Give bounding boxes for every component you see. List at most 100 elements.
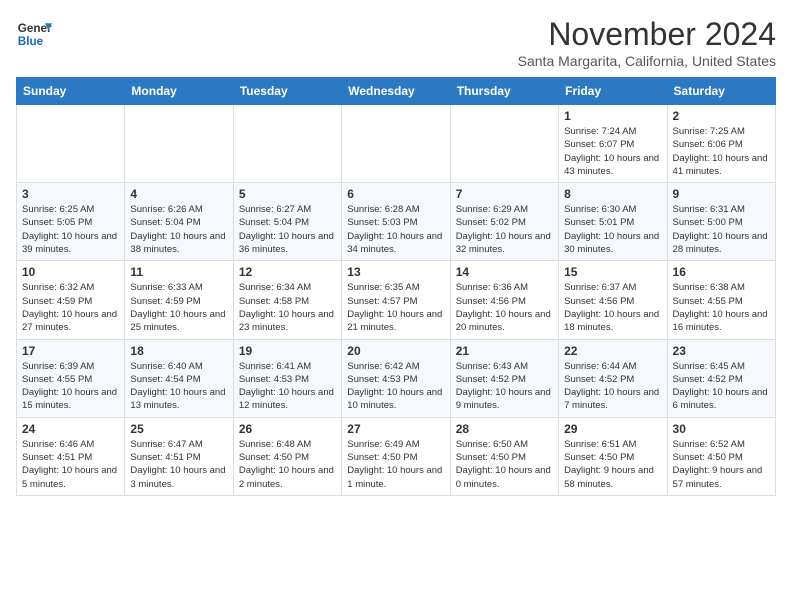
day-number: 10: [22, 265, 119, 279]
day-number: 5: [239, 187, 336, 201]
day-number: 29: [564, 422, 661, 436]
day-cell: 20 Sunrise: 6:42 AM Sunset: 4:53 PM Dayli…: [342, 339, 450, 417]
day-cell: 24 Sunrise: 6:46 AM Sunset: 4:51 PM Dayli…: [17, 417, 125, 495]
day-number: 2: [673, 109, 770, 123]
week-row-1: 1Sunrise: 7:24 AM Sunset: 6:07 PM Daylig…: [17, 105, 776, 183]
title-area: November 2024 Santa Margarita, Californi…: [518, 16, 776, 69]
day-cell: 17Sunrise: 6:39 AM Sunset: 4:55 PM Dayli…: [17, 339, 125, 417]
day-cell: 2 Sunrise: 7:25 AM Sunset: 6:06 PM Daylig…: [667, 105, 775, 183]
day-number: 20: [347, 344, 444, 358]
day-cell: 1Sunrise: 7:24 AM Sunset: 6:07 PM Daylig…: [559, 105, 667, 183]
day-cell: 7 Sunrise: 6:29 AM Sunset: 5:02 PM Daylig…: [450, 183, 558, 261]
day-cell: 30 Sunrise: 6:52 AM Sunset: 4:50 PM Dayli…: [667, 417, 775, 495]
weekday-header-tuesday: Tuesday: [233, 78, 341, 105]
day-number: 23: [673, 344, 770, 358]
day-info: Sunrise: 6:51 AM Sunset: 4:50 PM Dayligh…: [564, 438, 661, 491]
weekday-header-monday: Monday: [125, 78, 233, 105]
day-info: Sunrise: 6:52 AM Sunset: 4:50 PM Dayligh…: [673, 438, 770, 491]
day-number: 11: [130, 265, 227, 279]
day-number: 12: [239, 265, 336, 279]
logo-icon: General Blue: [16, 16, 52, 52]
day-info: Sunrise: 6:42 AM Sunset: 4:53 PM Dayligh…: [347, 360, 444, 413]
day-cell: 4 Sunrise: 6:26 AM Sunset: 5:04 PM Daylig…: [125, 183, 233, 261]
day-number: 30: [673, 422, 770, 436]
day-info: Sunrise: 6:35 AM Sunset: 4:57 PM Dayligh…: [347, 281, 444, 334]
day-cell: 15Sunrise: 6:37 AM Sunset: 4:56 PM Dayli…: [559, 261, 667, 339]
day-number: 4: [130, 187, 227, 201]
logo: General Blue: [16, 16, 52, 52]
day-cell: 8Sunrise: 6:30 AM Sunset: 5:01 PM Daylig…: [559, 183, 667, 261]
day-cell: 13 Sunrise: 6:35 AM Sunset: 4:57 PM Dayli…: [342, 261, 450, 339]
day-number: 1: [564, 109, 661, 123]
day-info: Sunrise: 6:49 AM Sunset: 4:50 PM Dayligh…: [347, 438, 444, 491]
week-row-3: 10 Sunrise: 6:32 AM Sunset: 4:59 PM Dayli…: [17, 261, 776, 339]
weekday-header-friday: Friday: [559, 78, 667, 105]
day-cell: 3Sunrise: 6:25 AM Sunset: 5:05 PM Daylig…: [17, 183, 125, 261]
day-info: Sunrise: 6:26 AM Sunset: 5:04 PM Dayligh…: [130, 203, 227, 256]
day-number: 14: [456, 265, 553, 279]
day-number: 3: [22, 187, 119, 201]
weekday-header-saturday: Saturday: [667, 78, 775, 105]
day-cell: 21 Sunrise: 6:43 AM Sunset: 4:52 PM Dayli…: [450, 339, 558, 417]
day-info: Sunrise: 6:48 AM Sunset: 4:50 PM Dayligh…: [239, 438, 336, 491]
day-cell: 6 Sunrise: 6:28 AM Sunset: 5:03 PM Daylig…: [342, 183, 450, 261]
day-cell: 26 Sunrise: 6:48 AM Sunset: 4:50 PM Dayli…: [233, 417, 341, 495]
day-number: 28: [456, 422, 553, 436]
day-cell: [233, 105, 341, 183]
day-info: Sunrise: 6:33 AM Sunset: 4:59 PM Dayligh…: [130, 281, 227, 334]
day-info: Sunrise: 6:45 AM Sunset: 4:52 PM Dayligh…: [673, 360, 770, 413]
day-number: 18: [130, 344, 227, 358]
day-number: 16: [673, 265, 770, 279]
day-number: 24: [22, 422, 119, 436]
day-info: Sunrise: 6:50 AM Sunset: 4:50 PM Dayligh…: [456, 438, 553, 491]
day-number: 25: [130, 422, 227, 436]
day-cell: 27 Sunrise: 6:49 AM Sunset: 4:50 PM Dayli…: [342, 417, 450, 495]
day-number: 6: [347, 187, 444, 201]
weekday-header-thursday: Thursday: [450, 78, 558, 105]
header: General Blue November 2024 Santa Margari…: [16, 16, 776, 69]
day-cell: 14 Sunrise: 6:36 AM Sunset: 4:56 PM Dayli…: [450, 261, 558, 339]
day-info: Sunrise: 6:46 AM Sunset: 4:51 PM Dayligh…: [22, 438, 119, 491]
day-info: Sunrise: 6:41 AM Sunset: 4:53 PM Dayligh…: [239, 360, 336, 413]
day-info: Sunrise: 7:25 AM Sunset: 6:06 PM Dayligh…: [673, 125, 770, 178]
day-info: Sunrise: 6:43 AM Sunset: 4:52 PM Dayligh…: [456, 360, 553, 413]
day-cell: 16 Sunrise: 6:38 AM Sunset: 4:55 PM Dayli…: [667, 261, 775, 339]
day-cell: [342, 105, 450, 183]
day-number: 9: [673, 187, 770, 201]
day-cell: 18 Sunrise: 6:40 AM Sunset: 4:54 PM Dayli…: [125, 339, 233, 417]
day-cell: 11 Sunrise: 6:33 AM Sunset: 4:59 PM Dayli…: [125, 261, 233, 339]
location-title: Santa Margarita, California, United Stat…: [518, 53, 776, 69]
day-info: Sunrise: 6:30 AM Sunset: 5:01 PM Dayligh…: [564, 203, 661, 256]
day-cell: [17, 105, 125, 183]
day-info: Sunrise: 6:40 AM Sunset: 4:54 PM Dayligh…: [130, 360, 227, 413]
day-info: Sunrise: 6:29 AM Sunset: 5:02 PM Dayligh…: [456, 203, 553, 256]
day-info: Sunrise: 6:28 AM Sunset: 5:03 PM Dayligh…: [347, 203, 444, 256]
day-number: 26: [239, 422, 336, 436]
day-info: Sunrise: 6:36 AM Sunset: 4:56 PM Dayligh…: [456, 281, 553, 334]
day-number: 13: [347, 265, 444, 279]
svg-text:Blue: Blue: [18, 35, 44, 48]
week-row-4: 17Sunrise: 6:39 AM Sunset: 4:55 PM Dayli…: [17, 339, 776, 417]
day-cell: 28 Sunrise: 6:50 AM Sunset: 4:50 PM Dayli…: [450, 417, 558, 495]
day-cell: 23 Sunrise: 6:45 AM Sunset: 4:52 PM Dayli…: [667, 339, 775, 417]
day-number: 27: [347, 422, 444, 436]
day-cell: 29 Sunrise: 6:51 AM Sunset: 4:50 PM Dayli…: [559, 417, 667, 495]
week-row-5: 24 Sunrise: 6:46 AM Sunset: 4:51 PM Dayli…: [17, 417, 776, 495]
day-info: Sunrise: 6:39 AM Sunset: 4:55 PM Dayligh…: [22, 360, 119, 413]
day-cell: 12 Sunrise: 6:34 AM Sunset: 4:58 PM Dayli…: [233, 261, 341, 339]
day-info: Sunrise: 6:32 AM Sunset: 4:59 PM Dayligh…: [22, 281, 119, 334]
weekday-header-wednesday: Wednesday: [342, 78, 450, 105]
day-info: Sunrise: 6:27 AM Sunset: 5:04 PM Dayligh…: [239, 203, 336, 256]
day-cell: 10 Sunrise: 6:32 AM Sunset: 4:59 PM Dayli…: [17, 261, 125, 339]
day-number: 7: [456, 187, 553, 201]
day-info: Sunrise: 6:34 AM Sunset: 4:58 PM Dayligh…: [239, 281, 336, 334]
weekday-header-sunday: Sunday: [17, 78, 125, 105]
day-cell: [125, 105, 233, 183]
day-number: 21: [456, 344, 553, 358]
day-cell: 5 Sunrise: 6:27 AM Sunset: 5:04 PM Daylig…: [233, 183, 341, 261]
day-info: Sunrise: 6:38 AM Sunset: 4:55 PM Dayligh…: [673, 281, 770, 334]
day-number: 15: [564, 265, 661, 279]
day-number: 22: [564, 344, 661, 358]
day-cell: 22Sunrise: 6:44 AM Sunset: 4:52 PM Dayli…: [559, 339, 667, 417]
day-info: Sunrise: 6:31 AM Sunset: 5:00 PM Dayligh…: [673, 203, 770, 256]
